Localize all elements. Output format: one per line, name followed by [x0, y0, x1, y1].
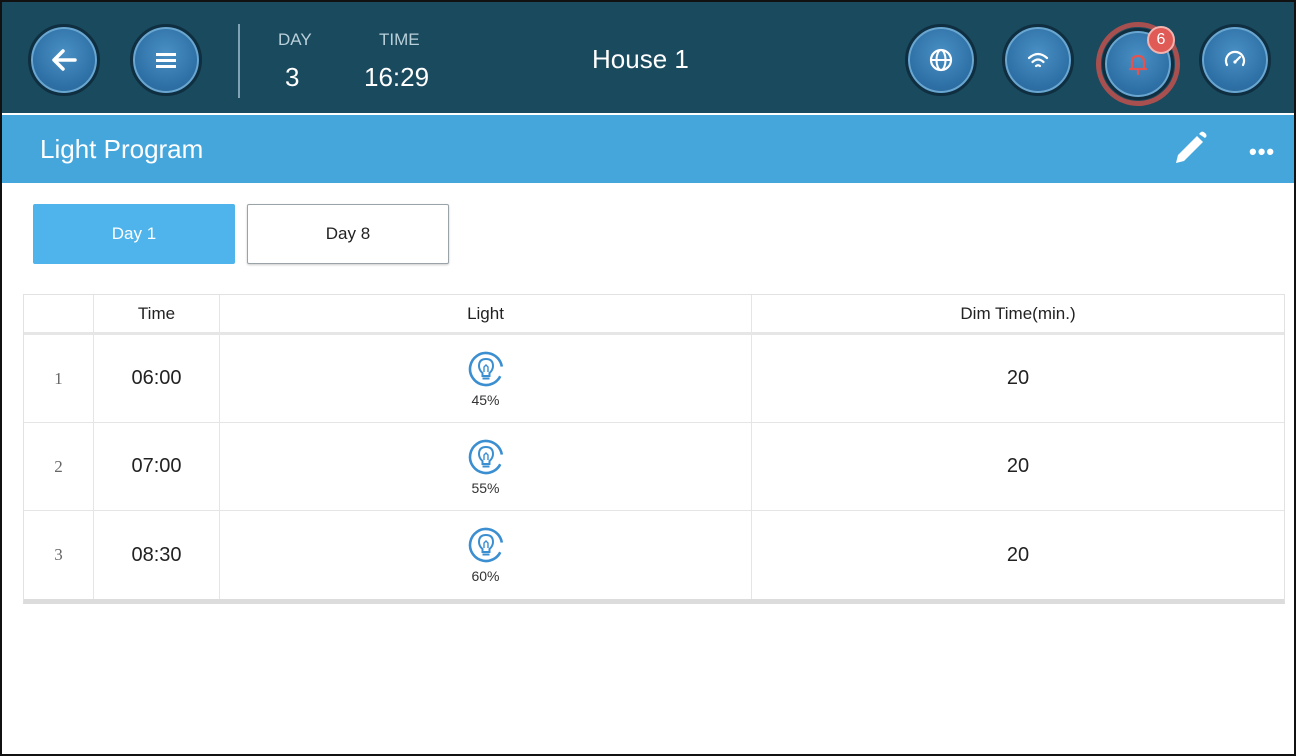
- column-header-time: Time: [94, 295, 220, 332]
- tab-day-1[interactable]: Day 1: [33, 204, 235, 264]
- row-index: 3: [24, 511, 94, 599]
- row-light[interactable]: 60%: [220, 511, 752, 599]
- light-level: 60%: [471, 568, 500, 584]
- table-header: Time Light Dim Time(min.): [24, 295, 1284, 335]
- lightbulb-icon: [468, 351, 503, 386]
- ellipsis-icon[interactable]: •••: [1249, 139, 1275, 165]
- row-time[interactable]: 08:30: [94, 511, 220, 599]
- row-time[interactable]: 06:00: [94, 335, 220, 422]
- header-separator: [238, 24, 240, 98]
- bell-icon: [1128, 54, 1148, 76]
- speedometer-icon: [1224, 50, 1246, 67]
- hamburger-menu-icon: [156, 53, 176, 68]
- wifi-icon: [1027, 52, 1049, 68]
- light-level: 45%: [471, 391, 500, 408]
- gauge-button[interactable]: [1199, 24, 1271, 96]
- lightbulb-icon: [468, 439, 503, 474]
- back-button[interactable]: [28, 24, 100, 96]
- time-value: 16:29: [364, 62, 430, 92]
- row-light[interactable]: 45%: [220, 335, 752, 422]
- lightbulb-icon: [468, 527, 503, 563]
- row-dim-time[interactable]: 20: [752, 511, 1284, 599]
- title-bar: Light Program •••: [2, 115, 1294, 183]
- pencil-icon[interactable]: [1170, 129, 1212, 169]
- table-row[interactable]: 1 06:00 45% 20: [24, 335, 1284, 423]
- day-value: 3: [285, 62, 300, 92]
- page-title: Light Program: [40, 134, 204, 164]
- light-program-table: Time Light Dim Time(min.) 1 06:00 45% 20…: [23, 294, 1285, 604]
- table-row[interactable]: 3 08:30 60% 20: [24, 511, 1284, 599]
- row-time[interactable]: 07:00: [94, 423, 220, 510]
- menu-button[interactable]: [130, 24, 202, 96]
- row-dim-time[interactable]: 20: [752, 423, 1284, 510]
- table-row[interactable]: 2 07:00 55% 20: [24, 423, 1284, 511]
- day-label: DAY: [278, 30, 312, 49]
- top-bar: DAY 3 TIME 16:29 House 1 6: [2, 2, 1294, 113]
- light-level: 55%: [471, 479, 500, 496]
- row-index: 1: [24, 335, 94, 422]
- alarm-count-badge: 6: [1147, 26, 1175, 54]
- column-header-dim-time: Dim Time(min.): [960, 303, 1076, 323]
- network-button[interactable]: [1002, 24, 1074, 96]
- app-frame: DAY 3 TIME 16:29 House 1 6 Light Program…: [0, 0, 1296, 756]
- language-button[interactable]: [905, 24, 977, 96]
- row-light[interactable]: 55%: [220, 423, 752, 510]
- arrow-left-icon: [52, 49, 77, 71]
- row-index: 2: [24, 423, 94, 510]
- globe-icon: [929, 48, 953, 72]
- row-dim-time[interactable]: 20: [752, 335, 1284, 422]
- index-header: [24, 295, 94, 332]
- tab-day-8[interactable]: Day 8: [247, 204, 449, 264]
- column-header-light: Light: [220, 295, 752, 332]
- house-name: House 1: [592, 44, 689, 74]
- time-label: TIME: [379, 30, 420, 49]
